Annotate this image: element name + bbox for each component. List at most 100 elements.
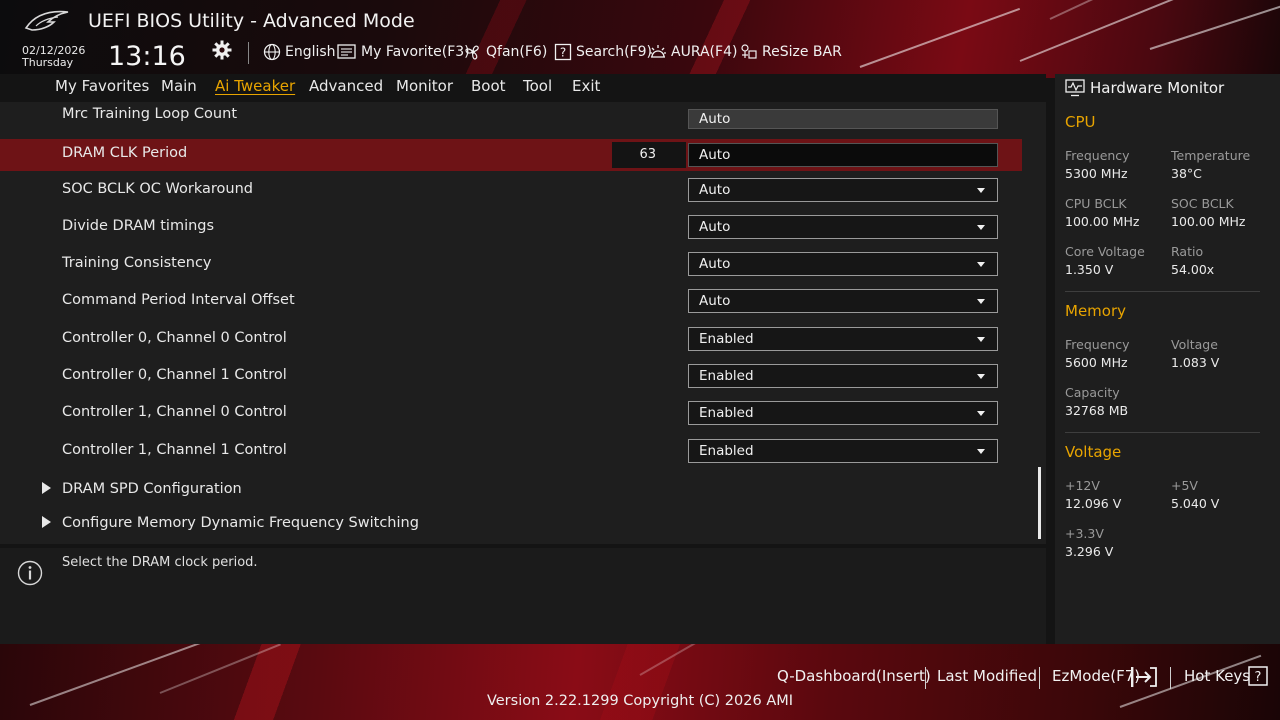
memory-capacity-label: Capacity xyxy=(1065,385,1120,400)
resize-bar-icon xyxy=(741,44,757,59)
dram-clk-value-display: 63 xyxy=(612,142,686,168)
tab-advanced[interactable]: Advanced xyxy=(309,77,383,95)
setting-label: DRAM CLK Period xyxy=(62,145,188,161)
date-display: 02/12/2026 Thursday xyxy=(22,45,85,69)
memory-frequency-label: Frequency xyxy=(1065,337,1130,352)
chevron-down-icon xyxy=(977,449,985,454)
cpu-bclk-label: CPU BCLK xyxy=(1065,196,1127,211)
help-key-icon[interactable]: ? xyxy=(1248,666,1268,686)
setting-dropdown[interactable]: Auto xyxy=(688,252,998,276)
last-modified-button[interactable]: Last Modified xyxy=(937,667,1037,685)
setting-dropdown[interactable]: Enabled xyxy=(688,327,998,351)
setting-dropdown[interactable]: Auto xyxy=(688,215,998,239)
hardware-monitor-panel: Hardware Monitor CPU Frequency 5300 MHz … xyxy=(1055,74,1280,644)
memory-capacity-value: 32768 MB xyxy=(1065,403,1129,418)
soc-bclk-label: SOC BCLK xyxy=(1171,196,1234,211)
aura-light-icon xyxy=(650,45,666,58)
setting-row-controller-0-channel-0[interactable]: Controller 0, Channel 0 Control Enabled xyxy=(0,324,1022,356)
tab-tool[interactable]: Tool xyxy=(523,77,552,95)
setting-row-dram-clk-period[interactable]: DRAM CLK Period 63 Auto xyxy=(0,139,1022,171)
aura-button[interactable]: AURA(F4) xyxy=(649,42,737,62)
memory-voltage-value: 1.083 V xyxy=(1171,355,1220,370)
submenu-label: Configure Memory Dynamic Frequency Switc… xyxy=(62,515,419,531)
ratio-value: 54.00x xyxy=(1171,262,1215,277)
search-help-icon: ? xyxy=(554,43,572,61)
setting-dropdown[interactable]: Auto xyxy=(688,178,998,202)
chevron-down-icon xyxy=(977,299,985,304)
dropdown-value: Auto xyxy=(699,219,731,235)
exit-to-ezmode-icon[interactable] xyxy=(1130,666,1158,688)
tab-my-favorites[interactable]: My Favorites xyxy=(55,77,149,95)
search-button[interactable]: ? Search(F9) xyxy=(554,42,652,62)
footer-divider xyxy=(1170,667,1171,689)
setting-row-command-period-interval-offset[interactable]: Command Period Interval Offset Auto xyxy=(0,286,1022,318)
cpu-frequency-label: Frequency xyxy=(1065,148,1130,163)
gear-icon[interactable] xyxy=(212,40,232,60)
setting-row-controller-1-channel-1[interactable]: Controller 1, Channel 1 Control Enabled xyxy=(0,436,1022,468)
ratio-label: Ratio xyxy=(1171,244,1204,259)
memory-frequency-value: 5600 MHz xyxy=(1065,355,1128,370)
tab-boot[interactable]: Boot xyxy=(471,77,506,95)
footer-divider xyxy=(925,667,926,689)
search-label: Search(F9) xyxy=(576,44,652,60)
tab-ai-tweaker[interactable]: Ai Tweaker xyxy=(215,77,295,95)
setting-row-controller-1-channel-0[interactable]: Controller 1, Channel 0 Control Enabled xyxy=(0,398,1022,430)
dropdown-value: Auto xyxy=(699,182,731,198)
section-divider xyxy=(1065,432,1260,433)
dropdown-value: Enabled xyxy=(699,405,754,421)
submenu-memory-dynamic-frequency-switching[interactable]: Configure Memory Dynamic Frequency Switc… xyxy=(0,510,1022,538)
svg-text:?: ? xyxy=(560,46,566,60)
setting-label: Divide DRAM timings xyxy=(62,218,215,234)
voltage-heading: Voltage xyxy=(1065,443,1122,461)
setting-row-divide-dram-timings[interactable]: Divide DRAM timings Auto xyxy=(0,212,1022,244)
core-voltage-label: Core Voltage xyxy=(1065,244,1145,259)
fan-icon xyxy=(465,45,479,60)
chevron-down-icon xyxy=(977,411,985,416)
chevron-down-icon xyxy=(977,188,985,193)
memory-heading: Memory xyxy=(1065,302,1127,320)
submenu-dram-spd-configuration[interactable]: DRAM SPD Configuration xyxy=(0,476,1022,504)
setting-label: Mrc Training Loop Count xyxy=(62,106,237,122)
scrollbar-thumb[interactable] xyxy=(1038,467,1041,539)
cpu-temperature-value: 38°C xyxy=(1171,166,1202,181)
setting-dropdown[interactable]: Auto xyxy=(688,289,998,313)
q-dashboard-button[interactable]: Q-Dashboard(Insert) xyxy=(777,667,931,685)
setting-label: Controller 1, Channel 0 Control xyxy=(62,404,287,420)
setting-row-training-consistency[interactable]: Training Consistency Auto xyxy=(0,249,1022,281)
monitor-icon xyxy=(1065,79,1085,97)
setting-dropdown[interactable]: Enabled xyxy=(688,439,998,463)
info-icon xyxy=(17,560,43,586)
v33-label: +3.3V xyxy=(1065,526,1104,541)
language-button[interactable]: English xyxy=(263,42,336,62)
setting-label: Controller 0, Channel 1 Control xyxy=(62,367,287,383)
main-menu-bar: My Favorites Main Ai Tweaker Advanced Mo… xyxy=(0,74,1046,102)
setting-row-mrc-training-loop-count[interactable]: Mrc Training Loop Count Auto xyxy=(0,102,1022,134)
chevron-down-icon xyxy=(977,225,985,230)
v33-value: 3.296 V xyxy=(1065,544,1114,559)
setting-label: Controller 0, Channel 0 Control xyxy=(62,330,287,346)
tab-exit[interactable]: Exit xyxy=(572,77,600,95)
qfan-button[interactable]: Qfan(F6) xyxy=(464,42,547,62)
submenu-label: DRAM SPD Configuration xyxy=(62,481,242,497)
setting-value-field[interactable]: Auto xyxy=(688,109,998,129)
setting-row-soc-bclk-oc-workaround[interactable]: SOC BCLK OC Workaround Auto xyxy=(0,175,1022,207)
tab-monitor[interactable]: Monitor xyxy=(396,77,453,95)
tab-main[interactable]: Main xyxy=(161,77,197,95)
setting-row-controller-0-channel-1[interactable]: Controller 0, Channel 1 Control Enabled xyxy=(0,361,1022,393)
my-favorite-button[interactable]: My Favorite(F3) xyxy=(337,42,470,62)
dram-clk-input[interactable]: Auto xyxy=(688,143,998,167)
rog-logo-icon xyxy=(24,10,69,31)
dropdown-value: Auto xyxy=(699,256,731,272)
hot-keys-button[interactable]: Hot Keys xyxy=(1184,667,1250,685)
chevron-right-icon xyxy=(42,482,51,494)
ezmode-button[interactable]: EzMode(F7) xyxy=(1052,667,1140,685)
aura-label: AURA(F4) xyxy=(671,44,738,60)
chevron-down-icon xyxy=(977,262,985,267)
chevron-right-icon xyxy=(42,516,51,528)
clock[interactable]: 13:16 xyxy=(108,41,186,72)
setting-dropdown[interactable]: Enabled xyxy=(688,364,998,388)
cpu-heading: CPU xyxy=(1065,113,1096,131)
resize-bar-button[interactable]: ReSize BAR xyxy=(740,42,842,62)
setting-dropdown[interactable]: Enabled xyxy=(688,401,998,425)
dropdown-value: Enabled xyxy=(699,331,754,347)
